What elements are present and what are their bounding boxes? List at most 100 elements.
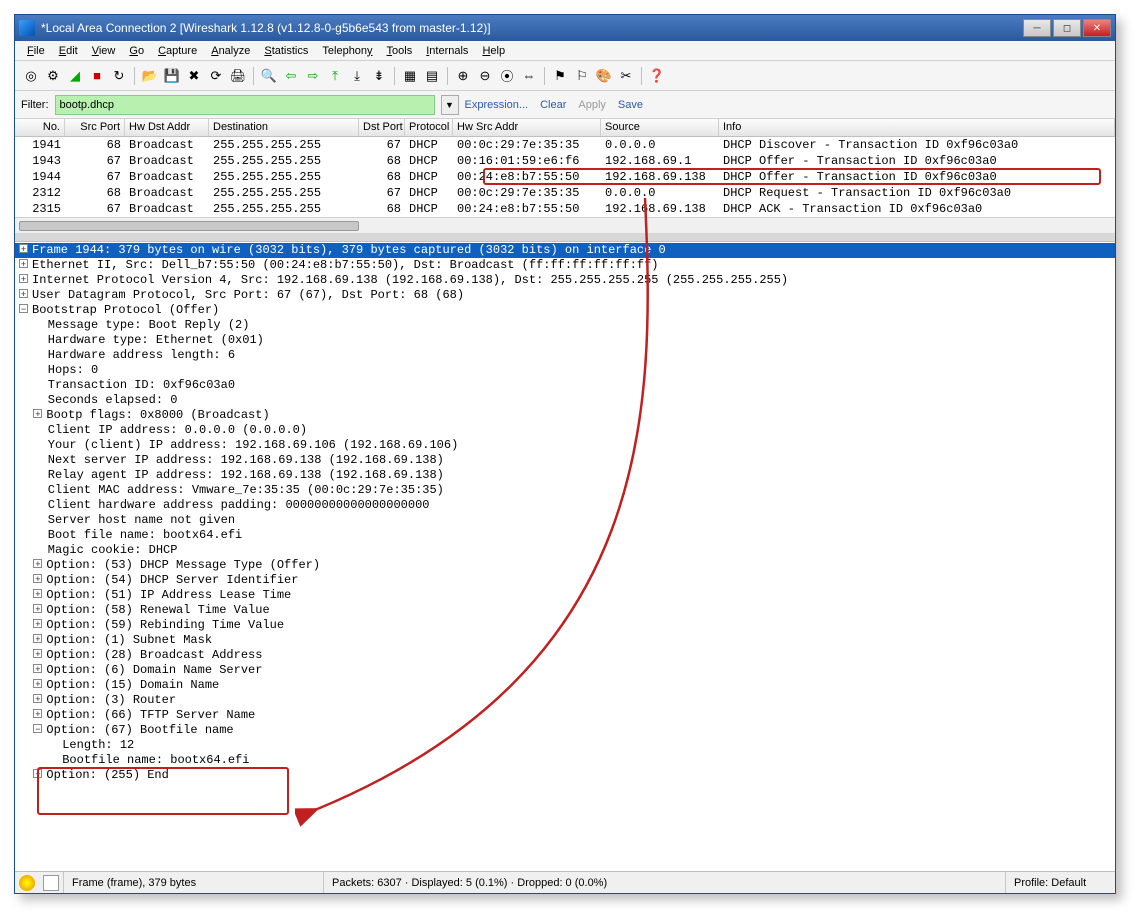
capture-comment-icon[interactable] xyxy=(43,875,59,891)
minimize-button[interactable]: ─ xyxy=(1023,19,1051,37)
auto-scroll-icon[interactable]: ▤ xyxy=(422,66,442,86)
menu-go[interactable]: Go xyxy=(123,43,150,59)
detail-field[interactable]: Magic cookie: DHCP xyxy=(15,543,1115,558)
filter-dropdown[interactable]: ▼ xyxy=(441,95,459,115)
menu-analyze[interactable]: Analyze xyxy=(205,43,256,59)
detail-opt67-name[interactable]: Bootfile name: bootx64.efi xyxy=(15,753,1115,768)
capture-interfaces-icon[interactable]: ◎ xyxy=(21,66,41,86)
zoom-out-icon[interactable]: ⊖ xyxy=(475,66,495,86)
menu-capture[interactable]: Capture xyxy=(152,43,203,59)
detail-opt-end[interactable]: +Option: (255) End xyxy=(15,768,1115,783)
menu-statistics[interactable]: Statistics xyxy=(258,43,314,59)
col-info[interactable]: Info xyxy=(719,119,1115,136)
detail-option[interactable]: +Option: (1) Subnet Mask xyxy=(15,633,1115,648)
detail-field[interactable]: Hardware address length: 6 xyxy=(15,348,1115,363)
detail-option[interactable]: +Option: (53) DHCP Message Type (Offer) xyxy=(15,558,1115,573)
save-icon[interactable]: 💾 xyxy=(162,66,182,86)
detail-field[interactable]: Message type: Boot Reply (2) xyxy=(15,318,1115,333)
coloring-rules-icon[interactable]: 🎨 xyxy=(594,66,614,86)
detail-option[interactable]: +Option: (28) Broadcast Address xyxy=(15,648,1115,663)
find-icon[interactable]: 🔍 xyxy=(259,66,279,86)
detail-field[interactable]: Boot file name: bootx64.efi xyxy=(15,528,1115,543)
detail-field[interactable]: Client IP address: 0.0.0.0 (0.0.0.0) xyxy=(15,423,1115,438)
packet-row[interactable]: 194168Broadcast255.255.255.25567DHCP00:0… xyxy=(15,137,1115,153)
go-to-packet-icon[interactable]: ⤒ xyxy=(325,66,345,86)
col-hwdst[interactable]: Hw Dst Addr xyxy=(125,119,209,136)
detail-opt67[interactable]: −Option: (67) Bootfile name xyxy=(15,723,1115,738)
maximize-button[interactable]: ◻ xyxy=(1053,19,1081,37)
go-first-icon[interactable]: ⤓ xyxy=(347,66,367,86)
open-icon[interactable]: 📂 xyxy=(140,66,160,86)
print-icon[interactable]: 🖨 xyxy=(228,66,248,86)
colorize-icon[interactable]: ▦ xyxy=(400,66,420,86)
detail-field[interactable]: Seconds elapsed: 0 xyxy=(15,393,1115,408)
detail-option[interactable]: +Option: (54) DHCP Server Identifier xyxy=(15,573,1115,588)
menu-help[interactable]: Help xyxy=(476,43,511,59)
packet-row[interactable]: 231268Broadcast255.255.255.25567DHCP00:0… xyxy=(15,185,1115,201)
go-forward-icon[interactable]: ⇨ xyxy=(303,66,323,86)
detail-option[interactable]: +Option: (58) Renewal Time Value xyxy=(15,603,1115,618)
filter-input[interactable] xyxy=(55,95,435,115)
go-last-icon[interactable]: ⇟ xyxy=(369,66,389,86)
menu-edit[interactable]: Edit xyxy=(53,43,84,59)
packet-row[interactable]: 231567Broadcast255.255.255.25568DHCP00:2… xyxy=(15,201,1115,217)
detail-option[interactable]: +Option: (15) Domain Name xyxy=(15,678,1115,693)
go-back-icon[interactable]: ⇦ xyxy=(281,66,301,86)
detail-option[interactable]: +Option: (6) Domain Name Server xyxy=(15,663,1115,678)
menu-telephony[interactable]: Telephony xyxy=(316,43,378,59)
reload-icon[interactable]: ⟳ xyxy=(206,66,226,86)
detail-eth[interactable]: +Ethernet II, Src: Dell_b7:55:50 (00:24:… xyxy=(15,258,1115,273)
detail-udp[interactable]: +User Datagram Protocol, Src Port: 67 (6… xyxy=(15,288,1115,303)
col-source[interactable]: Source xyxy=(601,119,719,136)
detail-field[interactable]: Server host name not given xyxy=(15,513,1115,528)
detail-field[interactable]: Transaction ID: 0xf96c03a0 xyxy=(15,378,1115,393)
packet-detail-pane[interactable]: +Frame 1944: 379 bytes on wire (3032 bit… xyxy=(15,241,1115,871)
detail-field[interactable]: Your (client) IP address: 192.168.69.106… xyxy=(15,438,1115,453)
menu-file[interactable]: File xyxy=(21,43,51,59)
detail-option[interactable]: +Option: (66) TFTP Server Name xyxy=(15,708,1115,723)
detail-flags[interactable]: +Bootp flags: 0x8000 (Broadcast) xyxy=(15,408,1115,423)
display-filters-icon[interactable]: ⚐ xyxy=(572,66,592,86)
close-file-icon[interactable]: ✖ xyxy=(184,66,204,86)
capture-start-icon[interactable]: ◢ xyxy=(65,66,85,86)
detail-field[interactable]: Hardware type: Ethernet (0x01) xyxy=(15,333,1115,348)
zoom-100-icon[interactable]: ⦿ xyxy=(497,66,517,86)
col-protocol[interactable]: Protocol xyxy=(405,119,453,136)
save-filter-link[interactable]: Save xyxy=(618,99,643,111)
expression-link[interactable]: Expression... xyxy=(465,99,529,111)
apply-link[interactable]: Apply xyxy=(578,99,606,111)
menu-internals[interactable]: Internals xyxy=(420,43,474,59)
zoom-in-icon[interactable]: ⊕ xyxy=(453,66,473,86)
detail-field[interactable]: Next server IP address: 192.168.69.138 (… xyxy=(15,453,1115,468)
col-no[interactable]: No. xyxy=(15,119,65,136)
detail-option[interactable]: +Option: (3) Router xyxy=(15,693,1115,708)
titlebar[interactable]: *Local Area Connection 2 [Wireshark 1.12… xyxy=(15,15,1115,41)
detail-field[interactable]: Client MAC address: Vmware_7e:35:35 (00:… xyxy=(15,483,1115,498)
detail-field[interactable]: Hops: 0 xyxy=(15,363,1115,378)
clear-link[interactable]: Clear xyxy=(540,99,566,111)
capture-stop-icon[interactable]: ■ xyxy=(87,66,107,86)
preferences-icon[interactable]: ✂ xyxy=(616,66,636,86)
detail-option[interactable]: +Option: (59) Rebinding Time Value xyxy=(15,618,1115,633)
col-hwsrc[interactable]: Hw Src Addr xyxy=(453,119,601,136)
menu-tools[interactable]: Tools xyxy=(381,43,419,59)
packet-row[interactable]: 194467Broadcast255.255.255.25568DHCP00:2… xyxy=(15,169,1115,185)
packet-list-hscroll[interactable] xyxy=(15,217,1115,233)
capture-restart-icon[interactable]: ↻ xyxy=(109,66,129,86)
detail-field[interactable]: Relay agent IP address: 192.168.69.138 (… xyxy=(15,468,1115,483)
packet-row[interactable]: 194367Broadcast255.255.255.25568DHCP00:1… xyxy=(15,153,1115,169)
detail-opt67-len[interactable]: Length: 12 xyxy=(15,738,1115,753)
col-dest[interactable]: Destination xyxy=(209,119,359,136)
detail-ip[interactable]: +Internet Protocol Version 4, Src: 192.1… xyxy=(15,273,1115,288)
detail-option[interactable]: +Option: (51) IP Address Lease Time xyxy=(15,588,1115,603)
expert-info-icon[interactable] xyxy=(19,875,35,891)
detail-field[interactable]: Client hardware address padding: 0000000… xyxy=(15,498,1115,513)
resize-columns-icon[interactable]: ⇔ xyxy=(519,66,539,86)
help-icon[interactable]: ❓ xyxy=(647,66,667,86)
menu-view[interactable]: View xyxy=(86,43,122,59)
detail-frame[interactable]: +Frame 1944: 379 bytes on wire (3032 bit… xyxy=(15,243,1115,258)
packet-list-header[interactable]: No. Src Port Hw Dst Addr Destination Dst… xyxy=(15,119,1115,137)
status-profile[interactable]: Profile: Default xyxy=(1005,872,1115,893)
col-dstport[interactable]: Dst Port xyxy=(359,119,405,136)
capture-options-icon[interactable]: ⚙ xyxy=(43,66,63,86)
